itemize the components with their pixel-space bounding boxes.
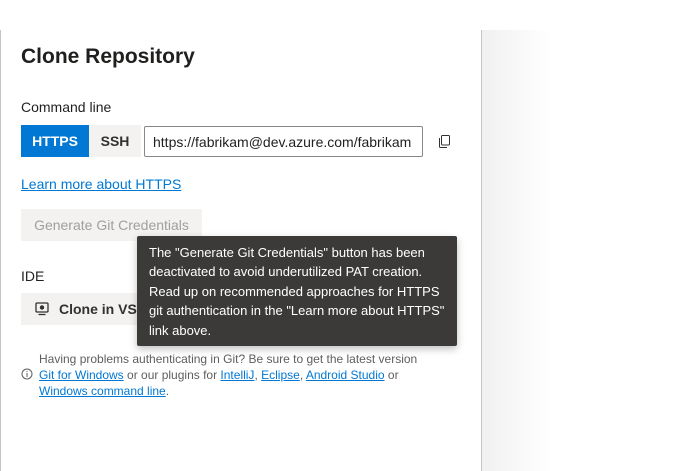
info-icon [21, 368, 33, 380]
https-tab[interactable]: HTTPS [21, 125, 89, 157]
git-for-windows-link[interactable]: Git for Windows [39, 368, 124, 382]
generate-credentials-tooltip: The "Generate Git Credentials" button ha… [137, 236, 457, 346]
intellij-link[interactable]: IntelliJ [220, 368, 254, 382]
vscode-clone-icon [35, 301, 50, 317]
ide-label: IDE [21, 268, 45, 284]
protocol-toggle: HTTPS SSH [21, 125, 141, 157]
android-studio-link[interactable]: Android Studio [306, 368, 385, 382]
ssh-tab[interactable]: SSH [89, 125, 141, 157]
help-comma-1: , [254, 368, 258, 382]
clone-url-field[interactable] [144, 126, 423, 157]
help-or-plugins: or our plugins for [127, 368, 218, 382]
copy-icon [439, 134, 450, 148]
help-period: . [165, 384, 170, 398]
help-or: or [387, 368, 399, 382]
help-text: Having problems authenticating in Git? B… [39, 351, 439, 399]
panel-left-border [0, 30, 1, 471]
learn-more-https-link[interactable]: Learn more about HTTPS [21, 176, 181, 192]
eclipse-link[interactable]: Eclipse [261, 368, 300, 382]
help-intro: Having problems authenticating in Git? B… [39, 352, 418, 366]
command-line-label: Command line [21, 99, 112, 115]
help-comma-2: , [299, 368, 304, 382]
windows-command-line-link[interactable]: Windows command line [39, 384, 166, 398]
clone-in-vs-code-button[interactable]: Clone in VS Code [21, 293, 176, 325]
panel-shadow [482, 30, 552, 471]
panel-title: Clone Repository [21, 45, 195, 68]
copy-url-button[interactable] [433, 130, 455, 152]
